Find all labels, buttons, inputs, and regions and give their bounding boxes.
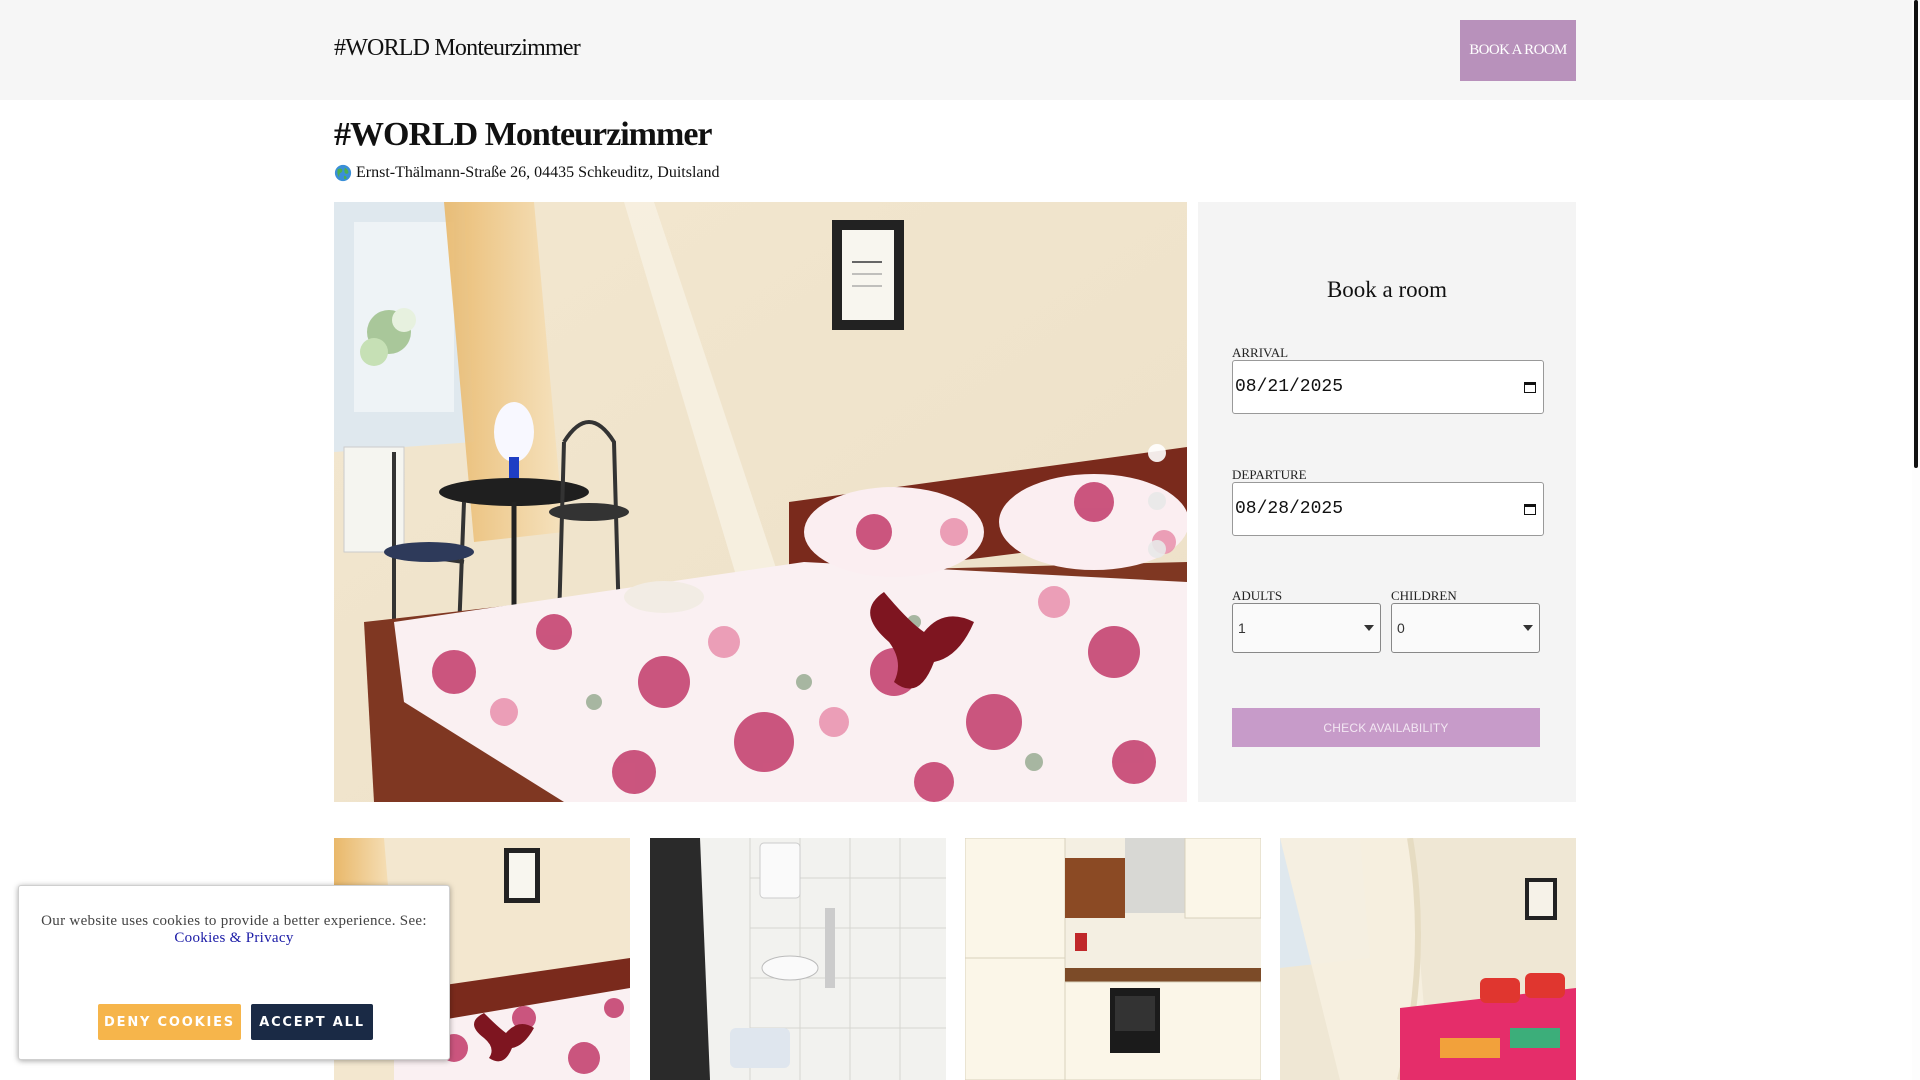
thumbnail-kitchen[interactable]	[965, 838, 1261, 1080]
calendar-icon[interactable]	[1523, 380, 1537, 394]
scrollbar-thumb[interactable]	[1914, 0, 1918, 468]
check-availability-button[interactable]: CHECK AVAILABILITY	[1232, 708, 1540, 747]
hero-image-slider[interactable]	[334, 202, 1187, 802]
thumbnail-bedroom-2[interactable]	[1280, 838, 1576, 1080]
children-label: CHILDREN	[1391, 588, 1457, 603]
adults-value: 1	[1238, 620, 1246, 636]
cookie-message: Our website uses cookies to provide a be…	[19, 913, 449, 947]
chevron-down-icon	[1523, 625, 1533, 631]
adults-select[interactable]: 1	[1232, 603, 1381, 653]
slider-dots	[1148, 444, 1166, 558]
bedroom-photo	[334, 202, 1187, 802]
slider-dot-3[interactable]	[1148, 540, 1166, 558]
bedroom2-thumbnail-photo	[1280, 838, 1576, 1080]
chevron-down-icon	[1364, 625, 1374, 631]
arrival-date-input[interactable]: 08/21/2025	[1232, 360, 1544, 414]
cookies-privacy-link[interactable]: Cookies & Privacy	[174, 930, 293, 946]
book-a-room-button[interactable]: BOOK A ROOM	[1460, 20, 1576, 81]
top-navbar: #WORLD Monteurzimmer BOOK A ROOM	[0, 0, 1912, 100]
children-value: 0	[1397, 620, 1405, 636]
deny-cookies-button[interactable]: DENY COOKIES	[98, 1004, 241, 1040]
children-select[interactable]: 0	[1391, 603, 1540, 653]
brand-link[interactable]: #WORLD Monteurzimmer	[334, 35, 581, 62]
arrival-label: ARRIVAL	[1232, 345, 1289, 360]
arrival-date-value: 08/21/2025	[1235, 377, 1344, 397]
departure-date-value: 08/28/2025	[1235, 499, 1344, 519]
cookie-banner: Our website uses cookies to provide a be…	[18, 885, 450, 1060]
booking-form: Book a room ARRIVAL 08/21/2025 DEPARTURE…	[1198, 202, 1576, 802]
calendar-icon[interactable]	[1523, 502, 1537, 516]
slider-dot-2[interactable]	[1148, 492, 1166, 510]
globe-icon	[334, 164, 352, 182]
booking-title: Book a room	[1326, 277, 1448, 302]
cookie-text: Our website uses cookies to provide a be…	[41, 913, 427, 929]
address-text: Ernst-Thälmann-Straße 26, 04435 Schkeudi…	[356, 164, 720, 181]
adults-label: ADULTS	[1232, 588, 1283, 603]
scrollbar[interactable]	[1912, 0, 1920, 1080]
accept-all-button[interactable]: ACCEPT ALL	[251, 1004, 373, 1040]
kitchen-thumbnail-photo	[965, 838, 1261, 1080]
departure-date-input[interactable]: 08/28/2025	[1232, 482, 1544, 536]
slider-dot-1[interactable]	[1148, 444, 1166, 462]
page-title: #WORLD Monteurzimmer	[334, 116, 713, 153]
bathroom-thumbnail-photo	[650, 838, 946, 1080]
departure-label: DEPARTURE	[1232, 467, 1307, 482]
property-address: Ernst-Thälmann-Straße 26, 04435 Schkeudi…	[334, 164, 719, 182]
thumbnail-bathroom[interactable]	[650, 838, 946, 1080]
